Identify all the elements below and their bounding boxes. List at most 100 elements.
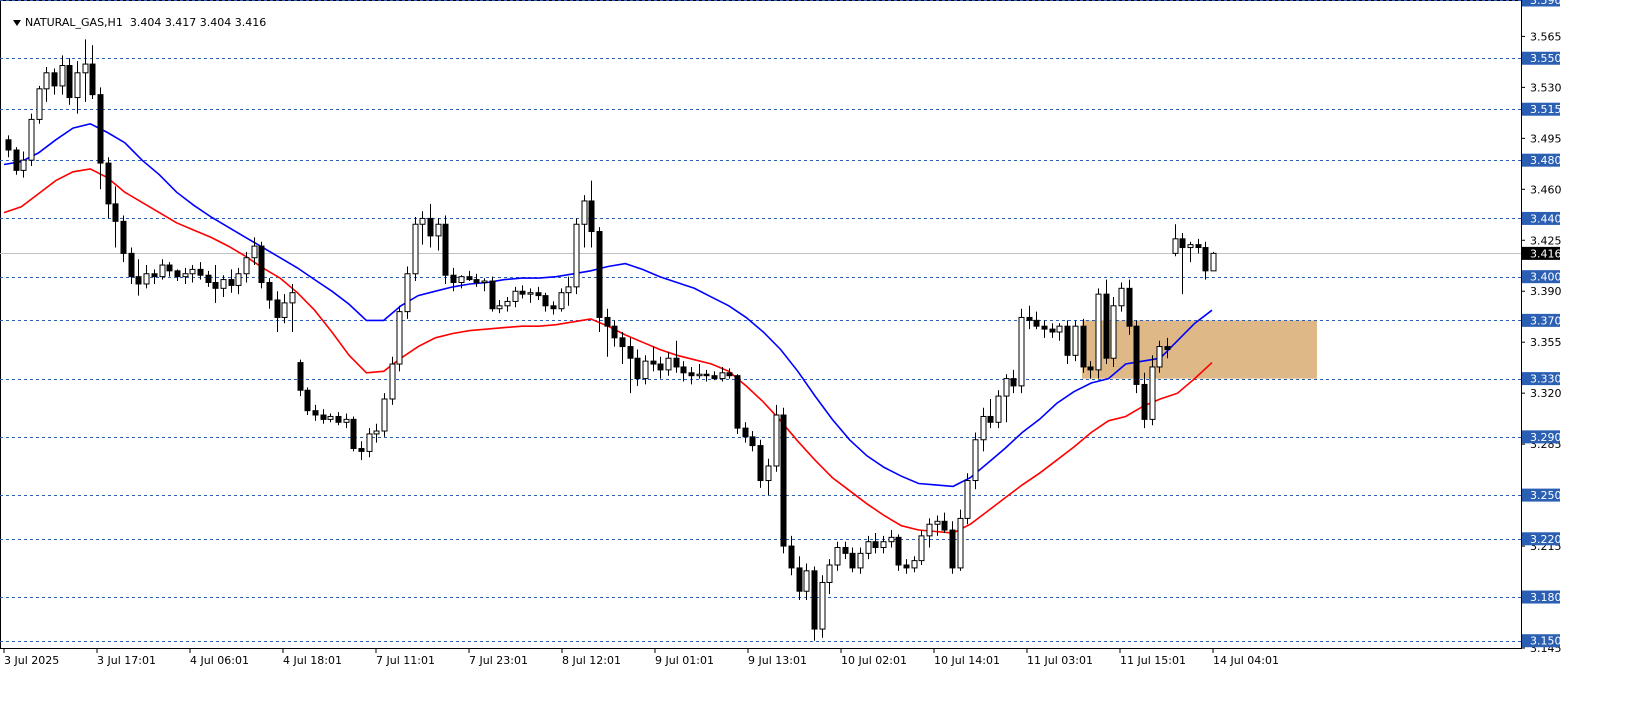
- candle-body: [619, 337, 626, 348]
- candle-body: [826, 564, 833, 583]
- level-label: 3.400: [1530, 271, 1562, 284]
- candle-body: [726, 372, 733, 377]
- chart-canvas[interactable]: 3.565 3.530 3.495 3.460 3.425 3.390 3.355 3.320…: [0, 0, 1651, 705]
- candle-body: [711, 375, 718, 380]
- candle-body: [205, 274, 212, 283]
- candle-body: [358, 448, 365, 452]
- candle-body: [1133, 325, 1140, 385]
- candle-body: [757, 445, 764, 482]
- candle-body: [366, 433, 373, 452]
- candle-body: [588, 200, 595, 233]
- candle-body: [251, 245, 258, 259]
- candle-body: [43, 72, 50, 90]
- candle-body: [404, 273, 411, 313]
- candle-body: [1118, 287, 1125, 307]
- candle-body: [1156, 346, 1163, 368]
- candle-body: [949, 529, 956, 569]
- candle-body: [489, 280, 496, 310]
- x-tick-label: 10 Jul 02:01: [841, 654, 907, 667]
- level-label: 3.220: [1530, 533, 1562, 546]
- candle-body: [872, 541, 879, 549]
- candle-body: [1080, 325, 1087, 368]
- candle-body: [634, 357, 641, 380]
- y-tick-label: 3.530: [1530, 81, 1562, 94]
- candle-body: [212, 281, 219, 289]
- x-tick-label: 11 Jul 03:01: [1027, 654, 1093, 667]
- candle-body: [1202, 247, 1209, 272]
- candle-body: [496, 305, 503, 310]
- candle-body: [182, 273, 189, 278]
- candle-body: [59, 65, 66, 87]
- candle-body: [381, 398, 388, 432]
- candle-body: [427, 217, 434, 237]
- level-label: 3.330: [1530, 373, 1562, 386]
- candle-body: [1095, 293, 1102, 371]
- candle-body: [1056, 325, 1063, 333]
- candle-body: [466, 276, 473, 281]
- y-tick-label: 3.320: [1530, 387, 1562, 400]
- candle-body: [1064, 325, 1071, 356]
- candle-body: [327, 415, 334, 420]
- candle-body: [680, 366, 687, 374]
- price-chart[interactable]: 3.565 3.530 3.495 3.460 3.425 3.390 3.355 3.320…: [0, 0, 1651, 705]
- time-axis: 3 Jul 2025 3 Jul 17:01 4 Jul 06:01 4 Jul 18…: [3, 648, 1279, 667]
- candle-body: [320, 414, 327, 420]
- candle-body: [1072, 325, 1079, 356]
- candle-body: [596, 231, 603, 318]
- candle-body: [20, 159, 27, 171]
- x-tick-label: 9 Jul 01:01: [655, 654, 714, 667]
- candle-body: [550, 305, 557, 310]
- candle-body: [174, 270, 181, 278]
- level-label: 3.370: [1530, 314, 1562, 327]
- x-tick-label: 9 Jul 13:01: [748, 654, 807, 667]
- candle-body: [895, 536, 902, 566]
- candle-body: [512, 290, 519, 302]
- chart-header: NATURAL_GAS,H1 3.404 3.417 3.404 3.416: [6, 3, 266, 29]
- y-tick-label: 3.495: [1530, 132, 1562, 145]
- candle-body: [13, 149, 20, 171]
- price-axis: 3.565 3.530 3.495 3.460 3.425 3.390 3.355 3.320…: [1521, 0, 1562, 655]
- level-label: 3.550: [1530, 52, 1562, 65]
- candle-body: [565, 286, 572, 294]
- candle-body: [819, 581, 826, 630]
- candle-body: [297, 362, 304, 391]
- candle-body: [865, 541, 872, 554]
- candle-body: [1041, 325, 1048, 330]
- candle-body: [1010, 378, 1017, 387]
- x-tick-label: 3 Jul 17:01: [97, 654, 156, 667]
- candle-body: [573, 223, 580, 288]
- candle-body: [151, 273, 158, 278]
- candle-body: [304, 389, 311, 412]
- candle-body: [1187, 244, 1194, 249]
- candle-body: [389, 363, 396, 400]
- candle-body: [1087, 366, 1094, 371]
- y-tick-label: 3.355: [1530, 336, 1562, 349]
- candle-body: [89, 63, 96, 96]
- x-tick-label: 4 Jul 18:01: [283, 654, 342, 667]
- y-tick-label: 3.425: [1530, 234, 1562, 247]
- candle-body: [734, 375, 741, 429]
- candle-body: [112, 203, 119, 222]
- collapse-triangle-icon[interactable]: [13, 20, 21, 26]
- candle-body: [657, 363, 664, 371]
- candle-body: [143, 273, 150, 285]
- candle-body: [558, 292, 565, 310]
- x-tick-label: 4 Jul 06:01: [190, 654, 249, 667]
- candle-body: [373, 430, 380, 435]
- x-tick-label: 11 Jul 15:01: [1120, 654, 1186, 667]
- candle-body: [1003, 378, 1010, 397]
- candle-body: [189, 268, 196, 275]
- candle-body: [396, 311, 403, 365]
- candle-body: [1172, 238, 1179, 254]
- candle-body: [289, 292, 296, 304]
- candle-body: [458, 276, 465, 283]
- level-label: 3.440: [1530, 212, 1562, 225]
- x-tick-label: 10 Jul 14:01: [934, 654, 1000, 667]
- candle-body: [957, 517, 964, 569]
- candle-body: [159, 264, 166, 278]
- x-tick-label: 7 Jul 23:01: [469, 654, 528, 667]
- ohlc-readout: 3.404 3.417 3.404 3.416: [129, 16, 267, 29]
- candle-body: [980, 415, 987, 441]
- candle-body: [604, 316, 611, 327]
- candle-body: [742, 427, 749, 438]
